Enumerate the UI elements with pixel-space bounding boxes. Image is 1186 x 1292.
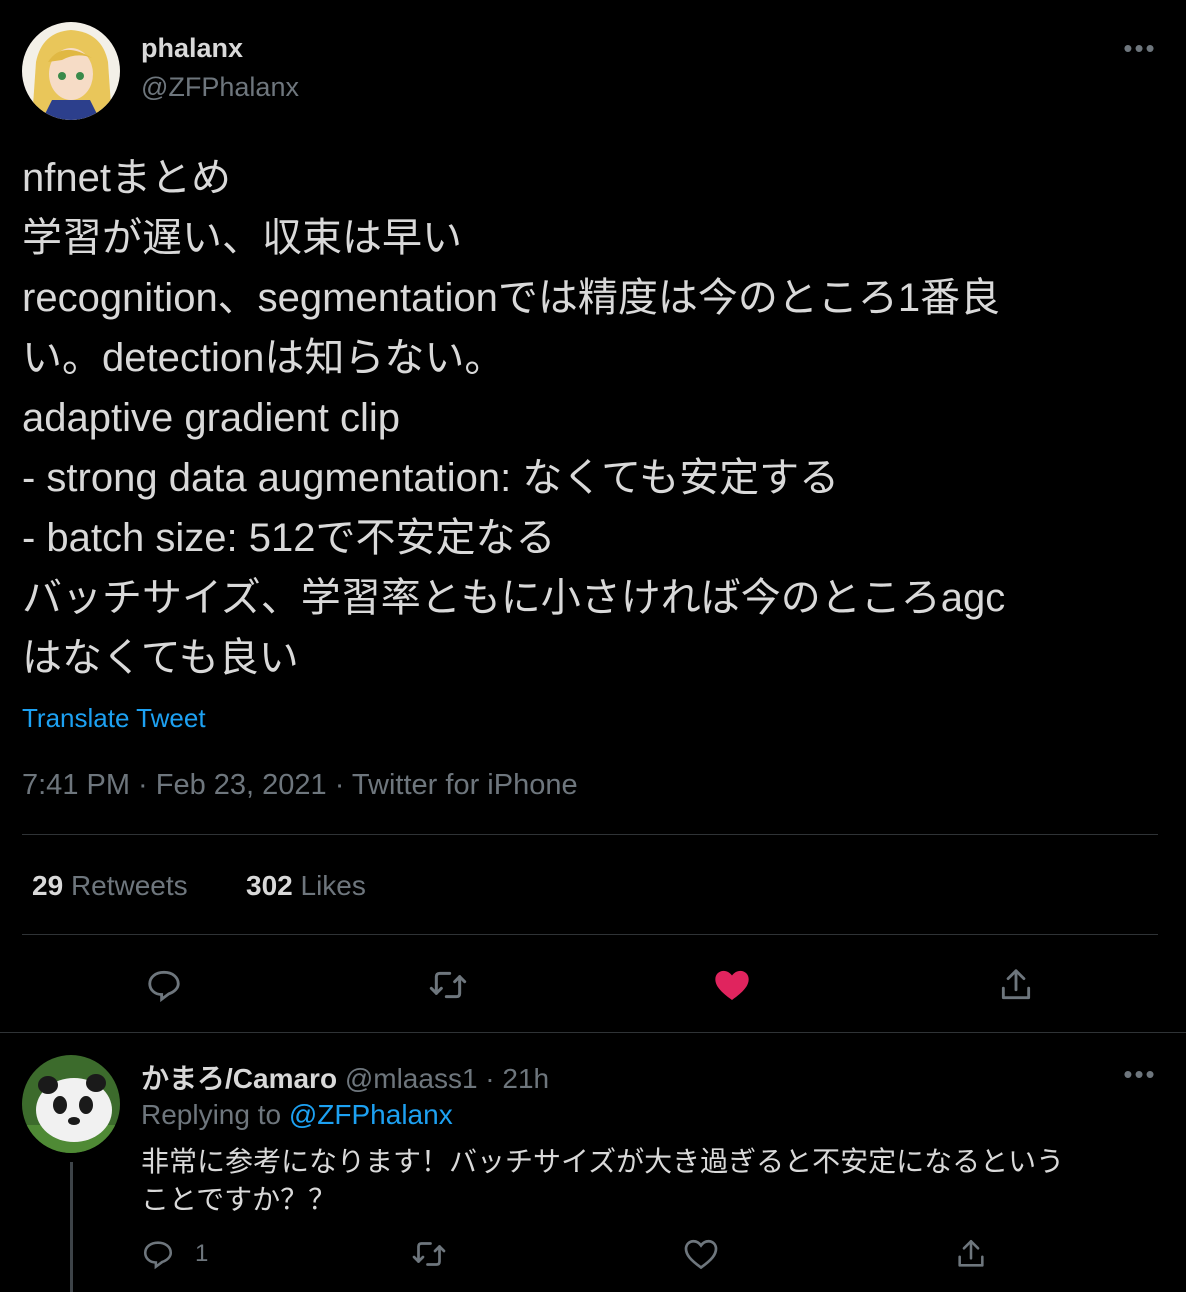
tweet-line: はなくても良い xyxy=(22,636,299,680)
reply-header: かまろ/Camaro @mlaass1 · 21h xyxy=(141,1057,549,1097)
reply-age[interactable]: · 21h xyxy=(485,1063,549,1094)
tweet-line: adaptive gradient clip xyxy=(22,396,401,440)
tweet-timestamp[interactable]: 7:41 PM · Feb 23, 2021 · Twitter for iPh… xyxy=(22,769,578,802)
replying-to-label: Replying to xyxy=(141,1099,282,1130)
divider xyxy=(0,1032,1186,1033)
reply-line: ことですか？？ xyxy=(141,1184,337,1215)
tweet-line: recognition、segmentationでは精度は今のところ1番良 xyxy=(22,276,1001,320)
replying-to-handle[interactable]: @ZFPhalanx xyxy=(289,1099,453,1130)
reply-author-name[interactable]: かまろ/Camaro xyxy=(141,1063,337,1094)
tweet-avatar[interactable] xyxy=(22,22,120,120)
reply-line: 非常に参考になります！バッチサイズが大き過ぎると不安定になるという xyxy=(141,1146,1065,1177)
reply-avatar[interactable] xyxy=(22,1055,120,1153)
share-icon[interactable] xyxy=(995,964,1037,1006)
reply-author-handle[interactable]: @mlaass1 xyxy=(345,1063,478,1094)
reply-icon xyxy=(141,1237,175,1271)
translate-tweet-link[interactable]: Translate Tweet xyxy=(22,703,206,734)
retweets-label: Retweets xyxy=(70,870,188,901)
like-icon[interactable] xyxy=(682,1236,720,1272)
tweet-line: 学習が遅い、収束は早い xyxy=(22,216,462,260)
tweet-line: い。detectionは知らない。 xyxy=(22,336,505,380)
tweet-line: - batch size: 512で不安定なる xyxy=(22,516,556,560)
likes-count: 302 xyxy=(246,870,293,901)
share-icon[interactable] xyxy=(952,1236,990,1272)
like-icon[interactable] xyxy=(711,964,753,1006)
retweets-stat[interactable]: 29 Retweets xyxy=(32,870,188,902)
likes-label: Likes xyxy=(300,870,366,901)
retweet-icon[interactable] xyxy=(410,1236,448,1272)
reply-icon[interactable] xyxy=(143,964,185,1006)
divider xyxy=(22,934,1158,935)
retweets-count: 29 xyxy=(32,870,64,901)
tweet-more-icon[interactable]: ••• xyxy=(1120,35,1160,61)
tweet-line: バッチサイズ、学習率ともに小さければ今のところagc xyxy=(22,576,1006,620)
tweet-author-name[interactable]: phalanx xyxy=(141,33,243,64)
reply-reply-button[interactable]: 1 xyxy=(141,1236,208,1272)
divider xyxy=(22,834,1158,835)
tweet-line: nfnetまとめ xyxy=(22,156,231,200)
retweet-icon[interactable] xyxy=(427,964,469,1006)
reply-count: 1 xyxy=(195,1240,209,1267)
reply-more-icon[interactable]: ••• xyxy=(1120,1061,1160,1087)
thread-line xyxy=(70,1162,73,1292)
tweet-author-handle[interactable]: @ZFPhalanx xyxy=(141,72,299,103)
tweet-line: - strong data augmentation: なくても安定する xyxy=(22,456,840,500)
likes-stat[interactable]: 302 Likes xyxy=(246,870,366,902)
replying-to: Replying to @ZFPhalanx xyxy=(141,1099,453,1131)
